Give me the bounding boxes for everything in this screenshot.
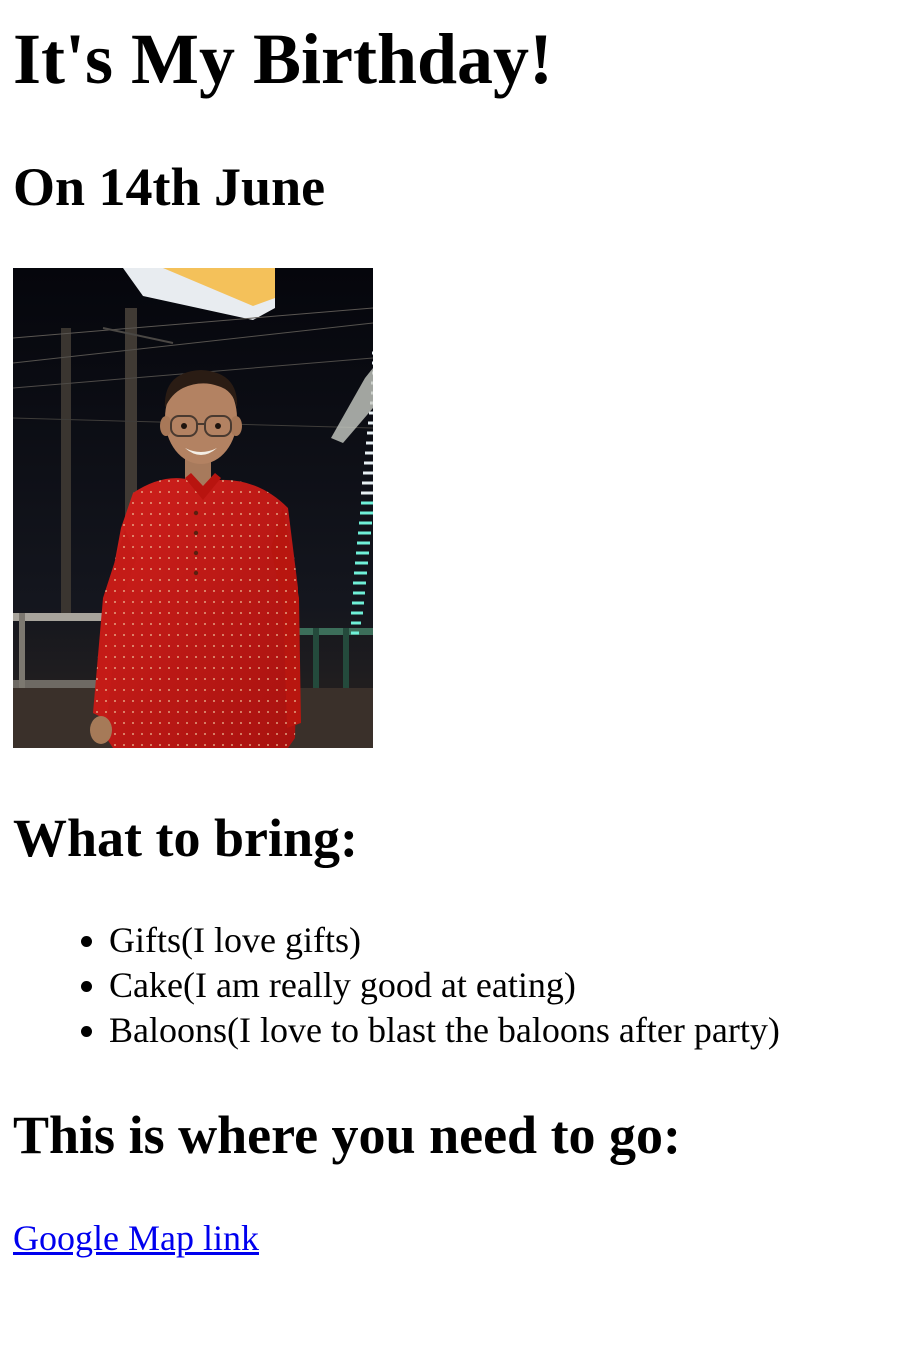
- birthday-photo: [13, 268, 373, 748]
- list-item: Gifts(I love gifts): [109, 918, 780, 963]
- list-item: Baloons(I love to blast the baloons afte…: [109, 1008, 780, 1053]
- photo-person-icon: [13, 268, 373, 748]
- list-item: Cake(I am really good at eating): [109, 963, 780, 1008]
- location-heading: This is where you need to go:: [13, 1105, 682, 1165]
- what-to-bring-heading: What to bring:: [13, 808, 359, 868]
- google-map-link[interactable]: Google Map link: [13, 1215, 259, 1261]
- birthday-date-heading: On 14th June: [13, 157, 326, 217]
- page-title: It's My Birthday!: [13, 19, 553, 99]
- bring-list: Gifts(I love gifts) Cake(I am really goo…: [13, 918, 780, 1053]
